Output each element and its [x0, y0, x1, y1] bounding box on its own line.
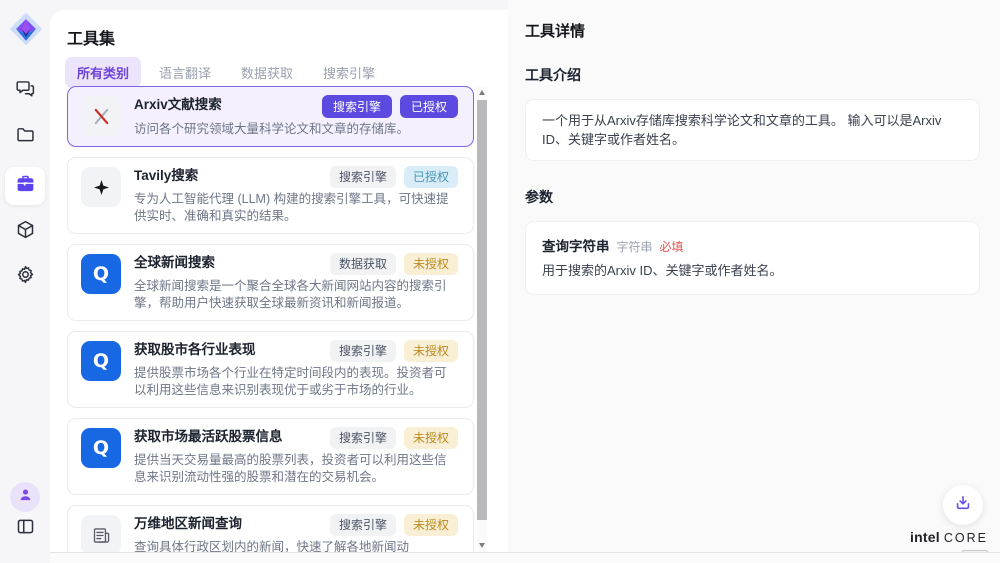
tool-card[interactable]: Q 获取股市各行业表现 搜索引擎 未授权 提供股票市场各个行业在特定时间段内的表… [67, 331, 474, 408]
tool-card-description: 提供当天交易量最高的股票列表，投资者可以利用这些信息来识别流动性强的股票和潜在的… [134, 452, 458, 486]
left-rail [0, 0, 50, 563]
package-icon [15, 219, 36, 245]
tool-card-description: 提供股票市场各个行业在特定时间段内的表现。投资者可以利用这些信息来识别表现优于或… [134, 365, 458, 399]
tab-搜索引擎[interactable]: 搜索引擎 [311, 57, 387, 88]
folder-icon [15, 124, 36, 150]
tool-card-title: 万维地区新闻查询 [134, 514, 242, 533]
quark-q-icon: Q [81, 341, 121, 381]
scroll-down-arrow[interactable] [477, 539, 487, 551]
list-scrollbar[interactable] [477, 86, 487, 553]
tool-card-title: Tavily搜索 [134, 166, 198, 185]
tool-card-title: 全球新闻搜索 [134, 253, 215, 272]
avatar [10, 482, 40, 512]
param-type: 字符串 [617, 238, 653, 255]
sidebar-item-files[interactable] [5, 118, 45, 156]
tool-category-tag: 搜索引擎 [330, 427, 396, 449]
intro-text: 一个用于从Arxiv存储库搜索科学论文和文章的工具。 输入可以是Arxiv ID… [542, 111, 963, 149]
tool-card[interactable]: 万维地区新闻查询 搜索引擎 未授权 查询具体行政区划内的新闻，快速了解各地新闻动 [67, 505, 474, 553]
user-icon [17, 486, 34, 508]
sidebar-item-settings[interactable] [5, 258, 45, 296]
category-tabs: 所有类别语言翻译数据获取搜索引擎 [65, 57, 387, 88]
quark-q-icon: Q [81, 254, 121, 294]
tool-auth-tag[interactable]: 未授权 [404, 514, 458, 536]
arxiv-x-icon [81, 96, 121, 136]
tool-category-tag: 搜索引擎 [330, 166, 396, 188]
tool-category-tag: 数据获取 [330, 253, 396, 275]
tab-所有类别[interactable]: 所有类别 [65, 57, 141, 88]
tab-语言翻译[interactable]: 语言翻译 [147, 57, 223, 88]
tool-card-title: 获取市场最活跃股票信息 [134, 427, 283, 446]
tab-数据获取[interactable]: 数据获取 [229, 57, 305, 88]
tool-card[interactable]: Tavily搜索 搜索引擎 已授权 专为人工智能代理 (LLM) 构建的搜索引擎… [67, 157, 474, 234]
tool-card[interactable]: Arxiv文献搜索 搜索引擎 已授权 访问各个研究领域大量科学论文和文章的存储库… [67, 86, 474, 147]
download-icon [953, 493, 973, 518]
param-card: 查询字符串 字符串 必填 用于搜索的Arxiv ID、关键字或作者姓名。 [525, 221, 980, 295]
tavily-star-icon [81, 167, 121, 207]
page-title: 工具集 [67, 25, 115, 49]
tool-card-title: 获取股市各行业表现 [134, 340, 256, 359]
tool-card-description: 全球新闻搜索是一个聚合全球各大新闻网站内容的搜索引擎，帮助用户快速获取全球最新资… [134, 278, 458, 312]
tool-card-description: 查询具体行政区划内的新闻，快速了解各地新闻动 [134, 539, 458, 553]
params-heading: 参数 [525, 187, 980, 207]
tool-category-tag: 搜索引擎 [322, 95, 392, 118]
param-required-badge: 必填 [660, 238, 684, 255]
tool-card[interactable]: Q 获取市场最活跃股票信息 搜索引擎 未授权 提供当天交易量最高的股票列表，投资… [67, 418, 474, 495]
sidebar-item-models[interactable] [5, 213, 45, 251]
param-name: 查询字符串 [542, 235, 610, 255]
tool-card-list: Arxiv文献搜索 搜索引擎 已授权 访问各个研究领域大量科学论文和文章的存储库… [67, 86, 474, 553]
sidebar-item-layout[interactable] [5, 510, 45, 548]
param-description: 用于搜索的Arxiv ID、关键字或作者姓名。 [542, 262, 963, 280]
intel-brand-text: intel [910, 529, 940, 545]
app-logo [8, 11, 44, 47]
tool-category-tag: 搜索引擎 [330, 340, 396, 362]
tool-card[interactable]: Q 全球新闻搜索 数据获取 未授权 全球新闻搜索是一个聚合全球各大新闻网站内容的… [67, 244, 474, 321]
details-title: 工具详情 [525, 20, 980, 41]
tool-card-description: 专为人工智能代理 (LLM) 构建的搜索引擎工具，可快速提供实时、准确和真实的结… [134, 191, 458, 225]
quark-q-icon: Q [81, 428, 121, 468]
chat-icon [15, 78, 36, 104]
panels-icon [15, 516, 36, 542]
scrollbar-thumb[interactable] [477, 100, 487, 520]
sidebar-item-chat[interactable] [5, 72, 45, 110]
tool-auth-tag[interactable]: 已授权 [400, 95, 458, 118]
window-bottom-edge [0, 552, 1000, 563]
tool-category-tag: 搜索引擎 [330, 514, 396, 536]
tool-auth-tag[interactable]: 已授权 [404, 166, 458, 188]
tool-details-panel: 工具详情 工具介绍 一个用于从Arxiv存储库搜索科学论文和文章的工具。 输入可… [508, 0, 1000, 563]
download-button[interactable] [943, 485, 983, 525]
tool-auth-tag[interactable]: 未授权 [404, 340, 458, 362]
gear-icon [15, 264, 36, 290]
newspaper-icon [81, 515, 121, 553]
tool-card-description: 访问各个研究领域大量科学论文和文章的存储库。 [134, 121, 458, 138]
tools-panel: 工具集 所有类别语言翻译数据获取搜索引擎 Arxiv文献搜索 搜索引擎 已授权 … [50, 10, 508, 553]
intro-heading: 工具介绍 [525, 65, 980, 85]
tool-auth-tag[interactable]: 未授权 [404, 427, 458, 449]
scroll-up-arrow[interactable] [477, 86, 487, 98]
core-brand-text: core [944, 531, 988, 545]
tool-card-title: Arxiv文献搜索 [134, 95, 222, 114]
intro-card: 一个用于从Arxiv存储库搜索科学论文和文章的工具。 输入可以是Arxiv ID… [525, 99, 980, 161]
tool-auth-tag[interactable]: 未授权 [404, 253, 458, 275]
sidebar-item-tools[interactable] [5, 167, 45, 205]
toolbox-icon [15, 173, 36, 199]
